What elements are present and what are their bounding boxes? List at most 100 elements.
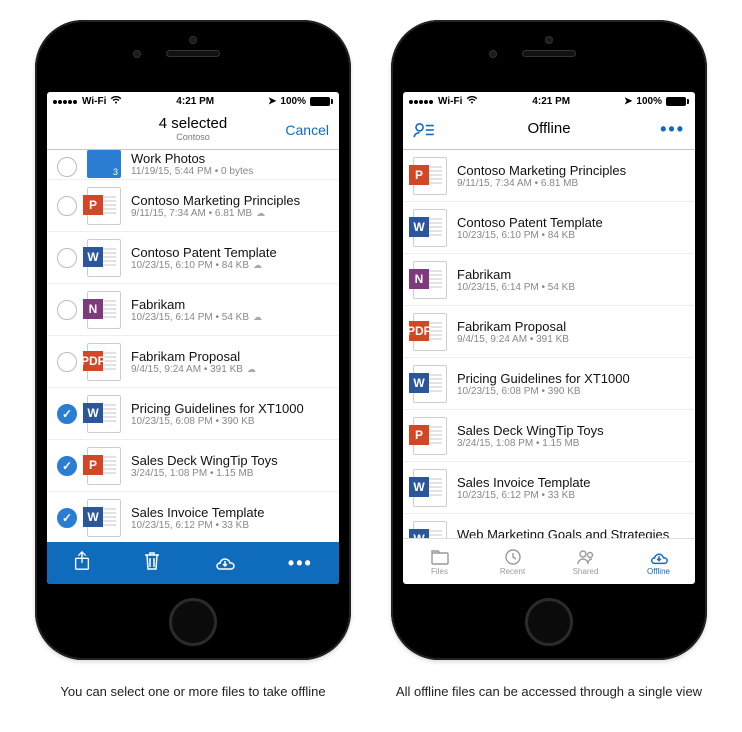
tab-files[interactable]: Files	[403, 539, 476, 584]
file-icon: PDF	[413, 313, 447, 351]
file-meta: 10/23/15, 6:08 PM • 390 KB	[131, 416, 329, 427]
nav-bar: Offline •••	[403, 110, 695, 150]
caption-right: All offline files can be accessed throug…	[396, 684, 702, 699]
file-name: Sales Deck WingTip Toys	[131, 453, 329, 468]
list-item[interactable]: WSales Invoice Template10/23/15, 6:12 PM…	[47, 492, 339, 542]
tab-label: Files	[431, 567, 448, 576]
select-checkbox[interactable]	[57, 300, 77, 320]
select-checkbox[interactable]	[57, 456, 77, 476]
list-item[interactable]: P Contoso Marketing Principles9/11/15, 7:…	[403, 150, 695, 202]
file-name: Sales Invoice Template	[457, 475, 685, 490]
select-checkbox[interactable]	[57, 248, 77, 268]
action-bar: •••	[47, 542, 339, 584]
list-item[interactable]: WSales Invoice Template10/23/15, 6:12 PM…	[403, 462, 695, 514]
file-meta: 10/23/15, 6:10 PM • 84 KB ☁	[131, 260, 329, 271]
file-icon: W	[413, 365, 447, 403]
home-button[interactable]	[525, 598, 573, 646]
select-checkbox[interactable]	[57, 196, 77, 216]
list-item[interactable]: W Pricing Guidelines for XT100010/23/15, …	[47, 388, 339, 440]
file-icon: P	[87, 187, 121, 225]
tab-shared[interactable]: Shared	[549, 539, 622, 584]
file-meta: 9/4/15, 9:24 AM • 391 KB	[457, 334, 685, 345]
phone-left: Wi-Fi 4:21 PM ➤ 100% 4 selected	[35, 20, 351, 660]
tab-label: Recent	[500, 567, 525, 576]
more-icon[interactable]: •••	[288, 553, 313, 574]
file-meta: 10/23/15, 6:14 PM • 54 KB ☁	[131, 312, 329, 323]
file-name: Contoso Marketing Principles	[131, 193, 329, 208]
file-icon: P	[413, 157, 447, 195]
file-name: Sales Invoice Template	[131, 505, 329, 520]
file-name: Sales Deck WingTip Toys	[457, 423, 685, 438]
wifi-icon	[466, 95, 478, 107]
cancel-button[interactable]: Cancel	[285, 110, 329, 149]
tab-bar: Files Recent Shared Offline	[403, 538, 695, 584]
file-icon: N	[87, 291, 121, 329]
cloud-icon: ☁	[253, 312, 262, 323]
file-name: Fabrikam Proposal	[457, 319, 685, 334]
file-meta: 3/24/15, 1:08 PM • 1.15 MB	[457, 438, 685, 449]
file-name: Contoso Patent Template	[457, 215, 685, 230]
more-button[interactable]: •••	[660, 110, 685, 149]
file-icon: W	[87, 395, 121, 433]
tab-recent[interactable]: Recent	[476, 539, 549, 584]
file-meta: 9/11/15, 7:34 AM • 6.81 MB	[457, 178, 685, 189]
caption-left: You can select one or more files to take…	[60, 684, 325, 699]
list-item[interactable]: N Fabrikam10/23/15, 6:14 PM • 54 KB ☁	[47, 284, 339, 336]
tab-label: Offline	[647, 567, 670, 576]
list-item[interactable]: WContoso Patent Template10/23/15, 6:10 P…	[403, 202, 695, 254]
file-meta: 11/19/15, 5:44 PM • 0 bytes	[131, 166, 329, 177]
file-icon: PDF	[87, 343, 121, 381]
file-name: Web Marketing Goals and Strategies	[457, 527, 685, 539]
file-icon: W	[413, 209, 447, 247]
status-bar: Wi-Fi 4:21 PM ➤ 100%	[47, 92, 339, 110]
file-name: Contoso Marketing Principles	[457, 163, 685, 178]
list-item[interactable]: PDFFabrikam Proposal9/4/15, 9:24 AM • 39…	[47, 336, 339, 388]
list-item[interactable]: P Sales Deck WingTip Toys3/24/15, 1:08 PM…	[47, 440, 339, 492]
file-icon: W	[87, 499, 121, 537]
file-meta: 10/23/15, 6:14 PM • 54 KB	[457, 282, 685, 293]
cloud-icon: ☁	[247, 364, 256, 375]
file-name: Fabrikam Proposal	[131, 349, 329, 364]
select-checkbox[interactable]	[57, 157, 77, 177]
location-icon: ➤	[624, 96, 632, 107]
nav-title: Offline	[527, 121, 570, 138]
list-item[interactable]: WContoso Patent Template10/23/15, 6:10 P…	[47, 232, 339, 284]
home-button[interactable]	[169, 598, 217, 646]
file-list[interactable]: P Contoso Marketing Principles9/11/15, 7:…	[403, 150, 695, 538]
carrier-label: Wi-Fi	[438, 96, 462, 107]
file-name: Fabrikam	[131, 297, 329, 312]
battery-icon	[310, 97, 333, 106]
list-item[interactable]: 3Work Photos11/19/15, 5:44 PM • 0 bytes	[47, 150, 339, 180]
list-item[interactable]: NFabrikam10/23/15, 6:14 PM • 54 KB	[403, 254, 695, 306]
signal-dots-icon	[53, 96, 78, 107]
tab-label: Shared	[573, 567, 599, 576]
file-name: Work Photos	[131, 151, 329, 166]
file-name: Pricing Guidelines for XT1000	[131, 401, 329, 416]
file-meta: 3/24/15, 1:08 PM • 1.15 MB	[131, 468, 329, 479]
file-icon: W	[413, 521, 447, 539]
tab-offline[interactable]: Offline	[622, 539, 695, 584]
share-icon[interactable]	[73, 551, 91, 576]
offline-icon[interactable]	[214, 552, 236, 575]
battery-percent: 100%	[280, 96, 306, 107]
location-icon: ➤	[268, 96, 276, 107]
delete-icon[interactable]	[143, 551, 161, 576]
list-item[interactable]: WWeb Marketing Goals and Strategies5/6/1…	[403, 514, 695, 538]
nav-subtitle: Contoso	[159, 133, 227, 143]
file-list[interactable]: 3Work Photos11/19/15, 5:44 PM • 0 bytes P…	[47, 150, 339, 542]
cloud-icon: ☁	[253, 260, 262, 271]
file-icon: W	[413, 469, 447, 507]
list-item[interactable]: PDF Fabrikam Proposal9/4/15, 9:24 AM • 39…	[403, 306, 695, 358]
list-item[interactable]: WPricing Guidelines for XT100010/23/15, …	[403, 358, 695, 410]
select-checkbox[interactable]	[57, 352, 77, 372]
file-icon: P	[87, 447, 121, 485]
accounts-button[interactable]	[413, 110, 435, 149]
file-name: Pricing Guidelines for XT1000	[457, 371, 685, 386]
select-checkbox[interactable]	[57, 508, 77, 528]
select-checkbox[interactable]	[57, 404, 77, 424]
list-item[interactable]: PContoso Marketing Principles9/11/15, 7:…	[47, 180, 339, 232]
list-item[interactable]: PSales Deck WingTip Toys3/24/15, 1:08 PM…	[403, 410, 695, 462]
wifi-icon	[110, 95, 122, 107]
battery-percent: 100%	[636, 96, 662, 107]
file-icon: N	[413, 261, 447, 299]
